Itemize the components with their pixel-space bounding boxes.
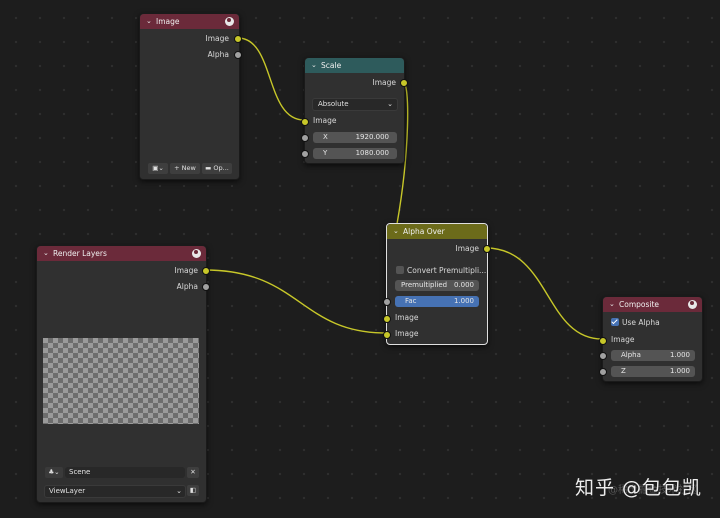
open-image-button[interactable]: ▬ Op...: [202, 163, 232, 174]
alpha-over-node[interactable]: ⌄ Alpha Over Image Convert Premultipli..…: [383, 223, 491, 345]
output-image-label: Image: [205, 34, 230, 43]
node-preview-icon[interactable]: [225, 17, 234, 26]
scale-mode-dropdown[interactable]: Absolute ⌄: [312, 98, 398, 111]
image-browse-button[interactable]: ▣⌄: [148, 163, 168, 174]
link-alphaover-to-composite: [485, 247, 603, 340]
fac-value: 1.000: [453, 297, 474, 305]
convert-premultiplied-label: Convert Premultipli...: [407, 266, 487, 275]
scale-y-value: 1080.000: [355, 149, 389, 157]
scale-x-value: 1920.000: [355, 133, 389, 141]
watermark: 知乎 @包包凯: [574, 477, 702, 499]
scale-input-label: Image: [313, 116, 337, 125]
composite-input-socket[interactable]: [599, 337, 607, 345]
open-image-label: Op...: [213, 164, 229, 172]
composite-z-socket[interactable]: [599, 368, 607, 376]
use-alpha-checkbox[interactable]: [611, 318, 619, 326]
composite-alpha-socket[interactable]: [599, 352, 607, 360]
scale-node[interactable]: ⌄ Scale Image Absolute ⌄ Image X 1920.00…: [301, 57, 408, 164]
chevron-down-icon: ⌄: [176, 487, 182, 495]
composite-alpha-field[interactable]: Alpha 1.000: [611, 350, 695, 361]
rl-output-image-socket[interactable]: [202, 267, 210, 275]
collapse-chevron-icon[interactable]: ⌄: [43, 246, 49, 261]
clear-scene-button[interactable]: ✕: [187, 467, 199, 478]
scale-mode-value: Absolute: [318, 100, 349, 108]
composite-alpha-label: Alpha: [621, 351, 641, 359]
image-node-title: Image: [156, 17, 180, 26]
new-image-label: New: [181, 164, 196, 172]
alpha-over-input2-socket[interactable]: [383, 331, 391, 339]
alpha-over-title: Alpha Over: [403, 227, 445, 236]
view-layer-dropdown[interactable]: ViewLayer ⌄: [44, 485, 186, 498]
new-image-button[interactable]: + New: [170, 163, 200, 174]
collapse-chevron-icon[interactable]: ⌄: [311, 58, 317, 73]
output-alpha-socket[interactable]: [234, 51, 242, 59]
scene-field[interactable]: Scene: [65, 467, 185, 478]
alpha-over-output-label: Image: [455, 244, 480, 253]
collapse-chevron-icon[interactable]: ⌄: [393, 224, 399, 239]
rl-output-image-label: Image: [174, 266, 199, 275]
scale-output-label: Image: [372, 78, 397, 87]
convert-premultiplied-checkbox[interactable]: [396, 266, 404, 274]
image-node[interactable]: ⌄ Image Image Alpha ▣⌄ + New ▬ Op...: [139, 13, 242, 180]
composite-z-field[interactable]: Z 1.000: [611, 366, 695, 377]
scale-node-header[interactable]: ⌄ Scale: [305, 58, 404, 73]
alpha-over-header[interactable]: ⌄ Alpha Over: [387, 224, 487, 239]
premultiplied-label: Premultiplied: [401, 281, 448, 289]
composite-alpha-value: 1.000: [669, 351, 690, 359]
scene-browse-button[interactable]: ♣⌄: [45, 467, 63, 478]
close-icon: ✕: [190, 468, 196, 476]
plus-icon: +: [174, 164, 180, 172]
scale-input-socket[interactable]: [301, 118, 309, 126]
scene-icon: ♣⌄: [48, 468, 60, 476]
fac-field[interactable]: Fac 1.000: [395, 296, 479, 307]
fac-label: Fac: [405, 297, 417, 305]
image-icon: ▣⌄: [152, 164, 164, 172]
render-layer-button[interactable]: ◧: [187, 485, 199, 496]
fac-socket[interactable]: [383, 298, 391, 306]
camera-icon: ◧: [189, 486, 197, 494]
scale-x-socket[interactable]: [301, 134, 309, 142]
alpha-over-input2-label: Image: [395, 329, 419, 338]
scale-x-label: X: [323, 133, 328, 141]
render-layers-title: Render Layers: [53, 249, 107, 258]
render-layers-header[interactable]: ⌄ Render Layers: [37, 246, 206, 261]
scale-x-field[interactable]: X 1920.000: [313, 132, 397, 143]
collapse-chevron-icon[interactable]: ⌄: [609, 297, 615, 312]
scale-output-socket[interactable]: [400, 79, 408, 87]
scene-value: Scene: [69, 468, 91, 476]
output-image-socket[interactable]: [234, 35, 242, 43]
chevron-down-icon: ⌄: [387, 100, 393, 108]
view-layer-value: ViewLayer: [49, 487, 86, 495]
alpha-over-input1-socket[interactable]: [383, 315, 391, 323]
use-alpha-label: Use Alpha: [622, 318, 660, 327]
render-preview-image: [43, 338, 199, 424]
scale-y-socket[interactable]: [301, 150, 309, 158]
image-node-header[interactable]: ⌄ Image: [140, 14, 239, 29]
link-renderlayers-to-alphaover: [204, 269, 387, 334]
scale-y-field[interactable]: Y 1080.000: [313, 148, 397, 159]
rl-output-alpha-socket[interactable]: [202, 283, 210, 291]
alpha-over-output-socket[interactable]: [483, 245, 491, 253]
composite-z-label: Z: [621, 367, 626, 375]
premultiplied-value: 0.000: [453, 281, 474, 289]
folder-icon: ▬: [205, 164, 212, 172]
composite-title: Composite: [619, 300, 660, 309]
premultiplied-field[interactable]: Premultiplied 0.000: [395, 280, 479, 291]
composite-node[interactable]: ⌄ Composite Use Alpha Image Alpha 1.000 …: [599, 296, 703, 382]
link-image-to-scale: [237, 37, 305, 121]
render-layers-node[interactable]: ⌄ Render Layers Image Alpha ♣⌄ Scene ✕ V…: [36, 245, 210, 503]
composite-input-label: Image: [611, 335, 635, 344]
scale-node-title: Scale: [321, 61, 342, 70]
collapse-chevron-icon[interactable]: ⌄: [146, 14, 152, 29]
node-preview-icon[interactable]: [688, 300, 697, 309]
composite-z-value: 1.000: [669, 367, 690, 375]
node-preview-icon[interactable]: [192, 249, 201, 258]
scale-y-label: Y: [323, 149, 328, 157]
output-alpha-label: Alpha: [207, 50, 229, 59]
rl-output-alpha-label: Alpha: [176, 282, 198, 291]
composite-header[interactable]: ⌄ Composite: [603, 297, 702, 312]
alpha-over-input1-label: Image: [395, 313, 419, 322]
